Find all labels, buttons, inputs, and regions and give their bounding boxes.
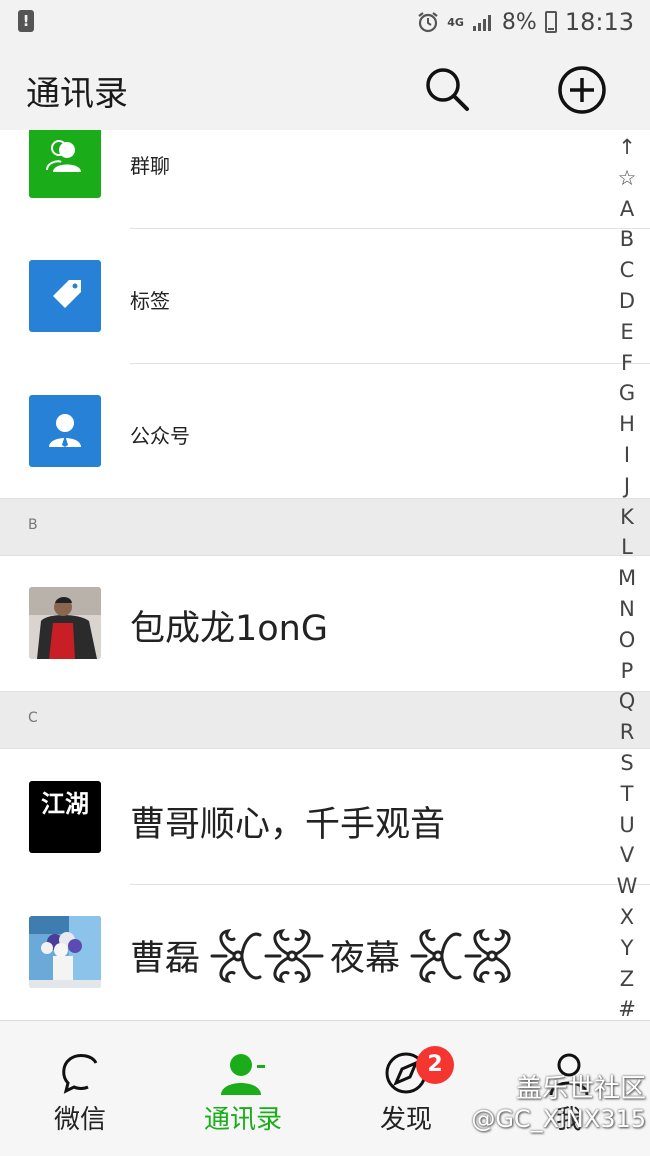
page-title: 通讯录: [26, 74, 128, 114]
contact-row[interactable]: 江湖 曹哥顺心，千手观音: [0, 750, 650, 884]
index-letter[interactable]: F: [621, 348, 633, 379]
index-letter[interactable]: Z: [620, 964, 634, 995]
list-item-label: 公众号: [130, 424, 190, 448]
index-letter[interactable]: T: [621, 779, 634, 810]
index-letter[interactable]: I: [624, 440, 630, 471]
index-letter[interactable]: A: [620, 194, 634, 225]
flourish-ornament: [210, 928, 324, 984]
status-indicators: 4G 8% 18:13: [417, 8, 634, 36]
index-letter[interactable]: C: [620, 255, 635, 286]
alert-icon: [18, 10, 34, 32]
person-icon: [29, 395, 101, 467]
index-letter[interactable]: W: [617, 871, 638, 902]
index-letter[interactable]: Q: [619, 686, 636, 717]
app-header: 通讯录: [0, 44, 650, 130]
index-letter[interactable]: X: [620, 902, 634, 933]
battery-percent: 8%: [501, 9, 537, 35]
index-letter[interactable]: S: [620, 748, 633, 779]
contact-row[interactable]: 包成龙1onG: [0, 556, 650, 690]
watermark: 盖乐世社区 @GC_XiNX315: [471, 1074, 646, 1133]
index-letter[interactable]: V: [620, 840, 634, 871]
index-letter[interactable]: B: [620, 224, 634, 255]
index-letter[interactable]: K: [620, 502, 634, 533]
index-letter[interactable]: G: [619, 378, 635, 409]
tab-discover[interactable]: 发现: [331, 1021, 481, 1156]
index-letter[interactable]: N: [619, 594, 635, 625]
tab-label: 通讯录: [203, 1105, 282, 1135]
avatar: 江湖: [29, 781, 101, 853]
index-letter[interactable]: M: [618, 563, 636, 594]
contacts-icon: [221, 1054, 265, 1095]
battery-icon: [544, 11, 557, 33]
contact-list[interactable]: 群聊 标签 公众号 B 包成龙1onG C 江湖 曹哥顺心，千手观音 曹磊 夜幕: [0, 130, 650, 1020]
tab-label: 微信: [53, 1105, 106, 1135]
index-letter[interactable]: ↑: [618, 132, 636, 163]
index-letter[interactable]: E: [620, 317, 633, 348]
index-letter[interactable]: D: [619, 286, 635, 317]
status-bar: 4G 8% 18:13: [0, 0, 650, 44]
search-icon[interactable]: [422, 64, 472, 114]
contact-row[interactable]: 曹磊 夜幕: [0, 885, 650, 1019]
clock-time: 18:13: [564, 8, 634, 36]
list-item-group-chat[interactable]: 群聊: [0, 130, 650, 228]
list-item-label: 群聊: [130, 154, 170, 178]
contact-name: 曹哥顺心，千手观音: [130, 805, 446, 845]
alphabet-index[interactable]: ↑ ☆ A B C D E F G H I J K L M N O P Q R S T U V W X Y Z #: [614, 132, 640, 1025]
tag-icon: [29, 260, 101, 332]
section-header-c: C: [0, 691, 650, 749]
index-letter[interactable]: H: [619, 409, 635, 440]
contact-name: 包成龙1onG: [130, 609, 328, 649]
index-letter[interactable]: L: [621, 532, 633, 563]
index-letter[interactable]: P: [621, 656, 634, 687]
section-header-b: B: [0, 498, 650, 556]
index-letter[interactable]: Y: [621, 933, 634, 964]
avatar: [29, 916, 101, 988]
signal-icon: [472, 15, 491, 31]
tab-chats[interactable]: 微信: [5, 1021, 155, 1156]
tab-label: 发现: [379, 1105, 432, 1135]
index-letter[interactable]: U: [619, 810, 634, 841]
list-item-official-accounts[interactable]: 公众号: [0, 364, 650, 498]
index-letter[interactable]: R: [620, 717, 635, 748]
list-item-label: 标签: [130, 289, 170, 313]
avatar: [29, 587, 101, 659]
list-item-tags[interactable]: 标签: [0, 229, 650, 363]
notification-badge: 2: [416, 1046, 454, 1084]
network-type: 4G: [447, 15, 464, 29]
chat-icon: [62, 1054, 98, 1094]
index-letter[interactable]: O: [619, 625, 636, 656]
alarm-clock-icon: [418, 12, 438, 33]
group-icon: [29, 130, 101, 198]
tab-contacts[interactable]: 通讯录: [168, 1021, 318, 1156]
avatar-calligraphy: 江湖: [41, 789, 89, 818]
index-letter[interactable]: J: [624, 471, 630, 502]
contact-name: 曹磊 夜幕: [130, 928, 530, 991]
index-letter[interactable]: ☆: [618, 163, 637, 194]
flourish-ornament: [410, 928, 511, 984]
add-circle-icon[interactable]: [556, 64, 608, 116]
